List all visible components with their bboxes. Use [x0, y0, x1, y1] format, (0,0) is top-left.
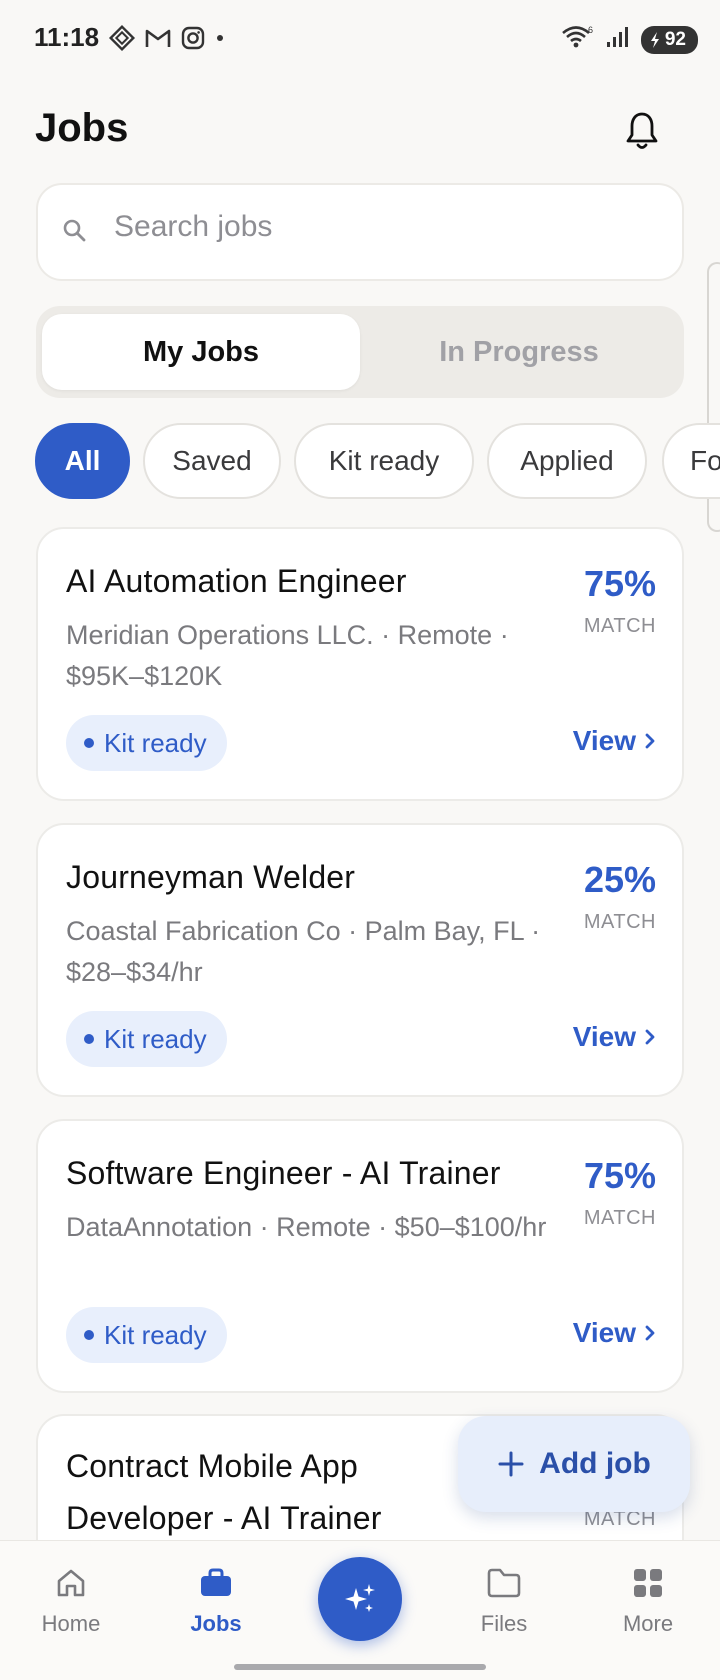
view-job-link[interactable]: View: [573, 1021, 656, 1053]
gmail-icon: [144, 26, 172, 50]
search-input[interactable]: [114, 210, 654, 244]
tab-my-jobs[interactable]: My Jobs: [42, 314, 360, 390]
nav-label: Files: [480, 1611, 528, 1636]
badge-label: Kit ready: [104, 727, 207, 758]
bottom-nav: Home Jobs Files More: [0, 1540, 720, 1680]
kit-ready-badge: Kit ready: [66, 715, 227, 771]
sparkles-icon: [345, 1584, 375, 1612]
job-title: Journeyman Welder: [66, 859, 356, 895]
home-indicator[interactable]: [234, 1664, 486, 1670]
match-percent: 75%: [583, 563, 656, 604]
nav-item-more[interactable]: More: [593, 1567, 703, 1637]
page-title: Jobs: [35, 106, 129, 150]
match-label: MATCH: [583, 615, 656, 637]
chevron-right-icon: [645, 733, 655, 749]
battery-level: 92: [664, 28, 686, 50]
home-icon: [57, 1569, 85, 1597]
filter-chip-row: All Saved Kit ready Applied Fo: [0, 421, 720, 501]
match-label: MATCH: [583, 1207, 656, 1229]
add-job-button[interactable]: Add job: [458, 1416, 690, 1512]
nav-item-jobs[interactable]: Jobs: [161, 1567, 271, 1637]
job-meta: Coastal Fabrication Co · Palm Bay, FL · …: [66, 916, 541, 987]
cell-signal-icon: [605, 25, 631, 54]
badge-label: Kit ready: [104, 1319, 207, 1350]
chevron-right-icon: [645, 1325, 655, 1341]
match-percent: 25%: [583, 859, 656, 900]
nav-item-files[interactable]: Files: [449, 1567, 559, 1637]
filter-chip-partial[interactable]: Fo: [662, 423, 720, 499]
nav-label: Jobs: [190, 1611, 242, 1636]
view-label: View: [572, 725, 636, 756]
briefcase-icon: [201, 1568, 231, 1596]
nav-item-home[interactable]: Home: [16, 1567, 126, 1637]
filter-chip-all[interactable]: All: [35, 423, 130, 499]
match-percent: 75%: [583, 1155, 656, 1196]
job-card[interactable]: Software Engineer - AI Trainer DataAnnot…: [36, 1119, 684, 1393]
chevron-right-icon: [645, 1029, 655, 1045]
badge-dot-icon: [84, 1034, 94, 1044]
view-job-link[interactable]: View: [573, 1317, 656, 1349]
search-icon: [62, 218, 88, 249]
charging-bolt-icon: [650, 31, 659, 48]
notification-dot: [214, 32, 226, 44]
badge-dot-icon: [84, 738, 94, 748]
wifi-icon: 6: [561, 24, 595, 55]
filter-chip-kit-ready[interactable]: Kit ready: [294, 423, 474, 499]
status-right: 6 92: [561, 24, 698, 55]
status-time: 11:18: [34, 22, 100, 52]
job-title: AI Automation Engineer: [66, 563, 407, 599]
kit-ready-badge: Kit ready: [66, 1011, 227, 1067]
ai-assistant-button[interactable]: [318, 1557, 402, 1641]
segmented-tabs: My Jobs In Progress: [36, 306, 684, 398]
bell-icon: [626, 112, 658, 149]
nav-label: Home: [41, 1611, 101, 1636]
filter-chip-saved[interactable]: Saved: [143, 423, 281, 499]
status-app-icons: [108, 24, 226, 52]
match-label: MATCH: [583, 911, 656, 933]
badge-label: Kit ready: [104, 1023, 207, 1054]
tab-in-progress[interactable]: In Progress: [360, 314, 678, 390]
signal-label: 6: [588, 25, 593, 35]
badge-dot-icon: [84, 1330, 94, 1340]
job-title: Contract Mobile App Developer - AI Train…: [66, 1448, 382, 1536]
add-job-label: Add job: [539, 1447, 651, 1480]
job-card[interactable]: AI Automation Engineer Meridian Operatio…: [36, 527, 684, 801]
notifications-button[interactable]: [624, 110, 660, 152]
view-job-link[interactable]: View: [573, 725, 656, 757]
instagram-icon: [180, 25, 206, 51]
job-card[interactable]: Journeyman Welder Coastal Fabrication Co…: [36, 823, 684, 1097]
job-meta: DataAnnotation · Remote · $50–$100/hr: [66, 1212, 547, 1242]
diamond-app-icon: [108, 24, 136, 52]
kit-ready-badge: Kit ready: [66, 1307, 227, 1363]
nav-label: More: [622, 1611, 674, 1636]
grid-icon: [634, 1569, 662, 1597]
status-bar: 11:18 6 92: [0, 0, 720, 80]
job-title: Software Engineer - AI Trainer: [66, 1155, 501, 1191]
battery-indicator: 92: [640, 25, 698, 54]
filter-chip-applied[interactable]: Applied: [487, 423, 647, 499]
view-label: View: [572, 1317, 636, 1348]
plus-icon: [498, 1451, 524, 1477]
folder-icon: [487, 1568, 521, 1598]
view-label: View: [572, 1021, 636, 1052]
job-meta: Meridian Operations LLC. · Remote · $95K…: [66, 620, 509, 691]
